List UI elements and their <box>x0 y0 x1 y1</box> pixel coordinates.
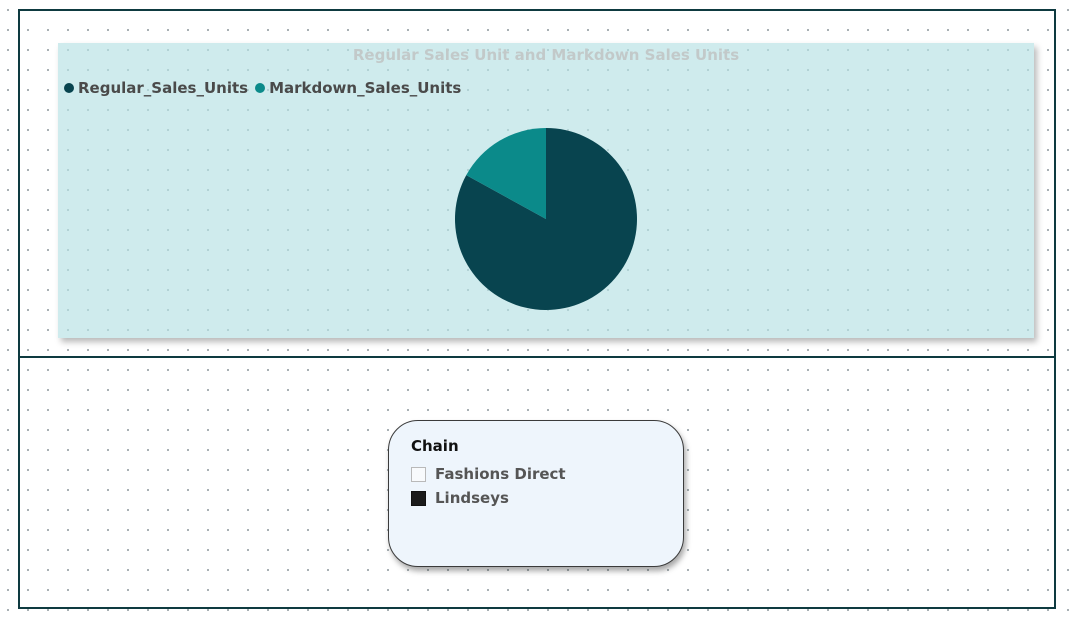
pie-chart-visual[interactable]: Regular Sales Unit and Markdown Sales Un… <box>58 43 1034 338</box>
slicer-option-fashions-direct[interactable]: Fashions Direct <box>411 465 566 483</box>
slicer-option-label: Lindseys <box>435 489 509 507</box>
chain-slicer: Chain Fashions Direct Lindseys <box>388 420 684 567</box>
slicer-option-label: Fashions Direct <box>435 465 566 483</box>
slicer-title: Chain <box>411 437 459 455</box>
slicer-option-lindseys[interactable]: Lindseys <box>411 489 509 507</box>
checkbox-lindseys[interactable] <box>411 490 426 506</box>
pie-chart-plot <box>455 128 638 310</box>
checkbox-fashions-direct[interactable] <box>411 466 426 482</box>
